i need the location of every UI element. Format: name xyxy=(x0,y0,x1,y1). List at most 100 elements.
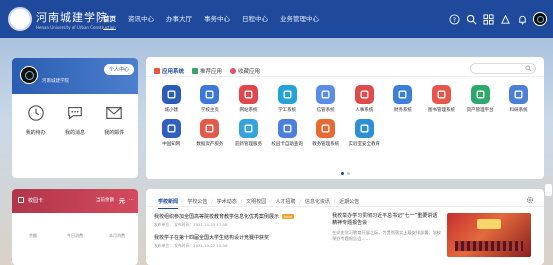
personal-center-button[interactable]: 个人中心 xyxy=(103,64,134,75)
app-tile[interactable]: 科研系统 xyxy=(499,85,538,113)
tab-recent-notices[interactable]: 近期公告 xyxy=(335,198,363,205)
app-icon xyxy=(238,119,258,138)
nav-service-hall[interactable]: 办事大厅 xyxy=(160,0,198,38)
card-stat-balance: 余额 xyxy=(15,223,51,239)
bell-icon[interactable] xyxy=(516,13,528,25)
news-title: 我校组织参加全国高等院校教育教学信息化优秀案例展示 xyxy=(154,214,280,220)
tab-recommended[interactable]: 推荐应用 xyxy=(192,65,222,77)
app-icon xyxy=(316,85,336,104)
app-label: 人事系统 xyxy=(355,108,374,113)
app-label: 学校主页 xyxy=(200,108,219,113)
tab-it-news[interactable]: 信息化资讯 xyxy=(301,198,334,205)
app-tile[interactable]: 人事系统 xyxy=(345,85,384,113)
featured-news-title: 我校举办学习贯彻习近平总书记“七一”重要讲话精神专题报告会 xyxy=(332,213,438,226)
app-icon xyxy=(200,119,220,138)
balance-label: 当前余额 xyxy=(96,198,114,203)
my-mail-label: 我的邮件 xyxy=(104,130,125,136)
apps-panel: 应用系统 推荐应用 收藏应用 城小建 学校主页 网站系统 学工系统 信管系统 人事系统 财务… xyxy=(146,57,544,179)
card-stat-today: 今日消费 xyxy=(57,223,93,239)
app-label: 中国知网 xyxy=(162,142,181,147)
main-nav: 首页 资讯中心 办事大厅 事务中心 日程中心 业务管理中心 xyxy=(97,0,325,38)
card-stat-value xyxy=(99,223,135,231)
school-logo[interactable] xyxy=(8,7,32,31)
app-tile[interactable]: 迎新管理服务 xyxy=(229,119,268,147)
pager-dot[interactable] xyxy=(346,172,350,175)
tab-academic[interactable]: 学术动态 xyxy=(213,198,241,205)
app-search-input[interactable] xyxy=(470,63,536,74)
app-tile[interactable]: 数据资产服务 xyxy=(191,119,230,147)
app-tile[interactable]: 校园卡自助查询 xyxy=(268,119,307,147)
featured-news-image[interactable] xyxy=(447,213,532,257)
news-list: 我校组织参加全国高等院校教育教学信息化优秀案例展示 new 发布单位： 发布时间… xyxy=(154,213,328,257)
campus-card-title: 校园卡 xyxy=(28,198,44,204)
quick-links: 我的待办 我的消息 我的邮件 xyxy=(12,94,138,138)
my-messages-label: 我的消息 xyxy=(64,130,85,136)
tab-school-news[interactable]: 学校新闻 xyxy=(154,198,182,209)
app-label: 科研系统 xyxy=(509,108,528,113)
app-icon xyxy=(277,85,297,104)
user-avatar[interactable] xyxy=(533,12,547,26)
search-icon[interactable] xyxy=(465,13,477,25)
apps-grid-icon[interactable] xyxy=(482,13,494,25)
user-name: 河南城建学院 xyxy=(42,79,69,84)
grid-icon xyxy=(154,68,160,74)
help-icon[interactable]: ? xyxy=(448,13,460,25)
nav-business-center[interactable]: 业务管理中心 xyxy=(274,0,325,38)
heart-icon xyxy=(230,68,237,74)
app-label: 图书管理系统 xyxy=(427,108,455,113)
card-stat-label: 本月消费 xyxy=(109,233,125,238)
news-item[interactable]: 我校组织参加全国高等院校教育教学信息化优秀案例展示 new 发布单位： 发布时间… xyxy=(154,213,328,228)
app-tile[interactable]: 财务系统 xyxy=(384,85,423,113)
news-meta: 发布单位： 发布时间：2021-10-22 15:06 xyxy=(154,243,228,248)
my-messages-link[interactable]: 我的消息 xyxy=(57,104,93,138)
profile-avatar[interactable] xyxy=(20,66,38,84)
nav-schedule-center[interactable]: 日程中心 xyxy=(236,0,274,38)
tab-school-notices[interactable]: 学校公告 xyxy=(183,198,211,205)
app-icon xyxy=(200,85,220,104)
tab-app-systems[interactable]: 应用系统 xyxy=(154,65,184,77)
tab-recruitment[interactable]: 人才招聘 xyxy=(272,198,300,205)
theme-icon[interactable] xyxy=(499,13,511,25)
app-tile[interactable]: 实验室安全教育 xyxy=(345,119,384,147)
app-label: 资产管理平台 xyxy=(466,108,494,113)
app-tile[interactable]: 城小建 xyxy=(152,85,191,113)
top-navigation-bar: 河南城建学院 Henan University of Urban Constru… xyxy=(0,0,553,38)
news-panel: 学校新闻 / 学校公告 / 学术动态 / 文明校园 / 人才招聘 / 信息化资讯 / 近期公… xyxy=(146,189,544,265)
my-mail-link[interactable]: 我的邮件 xyxy=(96,104,132,138)
app-grid: 城小建 学校主页 网站系统 学工系统 信管系统 人事系统 财务系统 图书管理系统 资产管理平台 科… xyxy=(146,77,544,147)
featured-news-desc: 在党史学习教育开展之际，为贯彻落实上级安排部署，学校举办专题报告会…… xyxy=(332,230,441,241)
app-label: 数据资产服务 xyxy=(196,142,224,147)
tab-civilized-campus[interactable]: 文明校园 xyxy=(242,198,270,205)
pager-dot[interactable] xyxy=(340,172,344,175)
gear-icon[interactable] xyxy=(526,196,534,204)
card-stat-month: 本月消费 xyxy=(99,223,135,239)
app-tile[interactable]: 学工系统 xyxy=(268,85,307,113)
tab-label: 推荐应用 xyxy=(200,69,223,75)
app-tile[interactable]: 学校主页 xyxy=(191,85,230,113)
tab-favorites[interactable]: 收藏应用 xyxy=(230,65,260,77)
app-label: 实验室安全教育 xyxy=(348,142,381,147)
profile-header: 河南城建学院 个人中心 xyxy=(12,58,138,94)
app-label: 网站系统 xyxy=(239,108,258,113)
app-tile[interactable]: 信管系统 xyxy=(306,85,345,113)
news-meta: 发布单位： 发布时间：2021-10-25 17:58 xyxy=(154,222,228,227)
app-tile[interactable]: 网站系统 xyxy=(229,85,268,113)
app-tile[interactable]: 教务管理系统 xyxy=(306,119,345,147)
nav-home[interactable]: 首页 xyxy=(97,0,122,38)
scroll-handle[interactable] xyxy=(545,184,552,196)
new-badge: new xyxy=(282,214,294,219)
news-item[interactable]: 我校学子在第十四届全国大学生结构设计竞赛中获奖 发布单位： 发布时间：2021-… xyxy=(154,234,328,249)
tab-label: 收藏应用 xyxy=(238,69,261,75)
app-tile[interactable]: 中国知网 xyxy=(152,119,191,147)
more-icon[interactable]: ⋯ xyxy=(129,197,134,203)
nav-affairs-center[interactable]: 事务中心 xyxy=(198,0,236,38)
my-todo-link[interactable]: 我的待办 xyxy=(18,104,54,138)
app-tile[interactable]: 资产管理平台 xyxy=(461,85,500,113)
featured-news[interactable]: 我校举办学习贯彻习近平总书记“七一”重要讲话精神专题报告会 在党史学习教育开展之… xyxy=(332,213,536,257)
nav-news-center[interactable]: 资讯中心 xyxy=(122,0,160,38)
mail-icon xyxy=(106,107,123,119)
app-tile[interactable]: 图书管理系统 xyxy=(422,85,461,113)
news-body: 我校组织参加全国高等院校教育教学信息化优秀案例展示 new 发布单位： 发布时间… xyxy=(146,207,544,257)
app-icon xyxy=(509,85,529,104)
my-todo-label: 我的待办 xyxy=(25,130,46,136)
